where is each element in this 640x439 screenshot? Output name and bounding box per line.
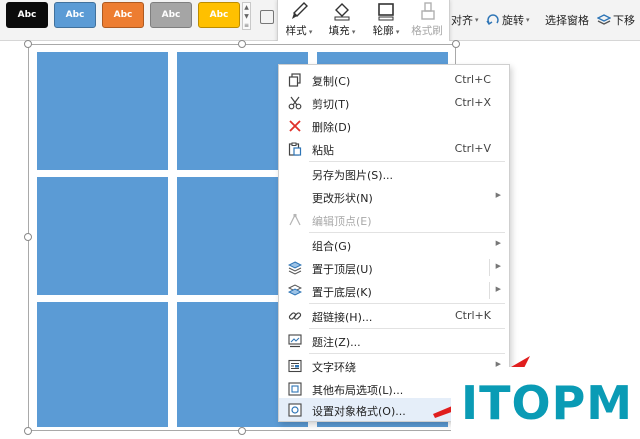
resize-handle-bottom-left[interactable] [24,427,32,435]
menu-item-send-to-back[interactable]: 置于底层(K) ▶ [279,279,509,302]
swatch-label: Abc [161,10,181,20]
outline-label: 轮廓 [372,25,394,37]
move-down-button[interactable]: 下移 [597,12,635,28]
submenu-arrow-icon: ▶ [495,239,501,247]
paint-bucket-icon [334,3,350,21]
layout-options-icon [287,381,303,397]
style-gallery-scroll[interactable]: ▲ ▼ ≡ [242,2,251,30]
brush-icon [292,2,308,19]
menu-item-label: 设置对象格式(O)... [312,405,406,418]
shape-effect-icon[interactable] [260,10,274,24]
menu-item-split [489,282,490,299]
selection-pane-button[interactable]: 选择窗格 [545,12,589,28]
shape-style-swatch-3[interactable]: Abc [102,2,144,28]
swatch-label: Abc [17,10,37,20]
align-label: 对齐 [451,14,473,27]
style-label: 样式 [285,25,307,37]
format-painter-tool[interactable]: 格式刷 [408,0,446,39]
menu-item-label: 置于底层(K) [312,286,372,299]
swatch-label: Abc [113,10,133,20]
menu-item-label: 超链接(H)... [312,311,373,324]
edit-points-icon [287,212,303,228]
resize-handle-top-right[interactable] [452,40,460,48]
menu-item-group[interactable]: 组合(G) ▶ [279,233,509,256]
grid-tile[interactable] [37,177,168,295]
menu-item-label: 其他布局选项(L)... [312,384,404,397]
watermark-logo: ITOPM [451,367,640,439]
menu-item-label: 文字环绕 [312,361,356,374]
grid-tile[interactable] [37,52,168,170]
grid-tile[interactable] [37,302,168,427]
menu-item-shortcut: Ctrl+X [454,96,491,109]
fill-tool[interactable]: 填充 ▾ [322,0,362,39]
menu-item-label: 复制(C) [312,75,351,88]
style-tool[interactable]: 样式 ▾ [282,0,316,39]
align-button[interactable]: 对齐 ▾ [451,12,479,28]
bring-to-front-icon [287,260,303,276]
submenu-arrow-icon: ▶ [495,191,501,199]
watermark-text: ITOPM [461,376,634,430]
menu-item-label: 更改形状(N) [312,192,373,205]
ribbon-toolbar: Abc Abc Abc Abc Abc ▲ ▼ ≡ 样式 ▾ 填充 ▾ 轮廓 ▾… [0,0,640,45]
resize-handle-bottom[interactable] [238,427,246,435]
menu-item-change-shape[interactable]: 更改形状(N) ▶ [279,185,509,208]
submenu-arrow-icon: ▶ [495,262,501,270]
menu-item-label: 组合(G) [312,240,352,253]
shape-style-swatch-1[interactable]: Abc [6,2,48,28]
layers-down-icon [597,14,611,25]
rotate-button[interactable]: 旋转 ▾ [486,12,530,28]
scissors-icon [287,95,303,111]
send-to-back-icon [287,283,303,299]
copy-icon [287,72,303,88]
format-painter-icon [421,2,435,20]
shape-style-swatch-4[interactable]: Abc [150,2,192,28]
paste-icon [287,141,303,157]
shape-style-swatch-2[interactable]: Abc [54,2,96,28]
menu-item-shortcut: Ctrl+V [454,142,491,155]
menu-item-shortcut: Ctrl+K [454,309,491,322]
menu-item-label: 剪切(T) [312,98,350,111]
delete-x-icon [287,118,303,134]
selection-pane-label: 选择窗格 [545,14,589,27]
menu-item-copy[interactable]: 复制(C) Ctrl+C [279,68,509,91]
submenu-arrow-icon: ▶ [495,285,501,293]
swatch-label: Abc [209,10,229,20]
resize-handle-top[interactable] [238,40,246,48]
shape-style-swatch-5[interactable]: Abc [198,2,240,28]
menu-item-label: 删除(D) [312,121,352,134]
format-object-icon [287,402,303,418]
menu-item-shortcut: Ctrl+C [454,73,491,86]
menu-item-edit-points: 编辑顶点(E) [279,208,509,231]
text-wrap-icon [287,358,303,374]
menu-item-hyperlink[interactable]: 超链接(H)... Ctrl+K [279,304,509,327]
menu-item-delete[interactable]: 删除(D) [279,114,509,137]
menu-item-split [489,259,490,276]
menu-item-paste[interactable]: 粘贴 Ctrl+V [279,137,509,160]
menu-item-caption[interactable]: 题注(Z)... [279,329,509,352]
mini-toolbar: 样式 ▾ 填充 ▾ 轮廓 ▾ 格式刷 [277,0,450,45]
menu-item-label: 编辑顶点(E) [312,215,372,228]
menu-item-label: 另存为图片(S)... [312,169,394,182]
menu-item-save-as-picture[interactable]: 另存为图片(S)... [279,162,509,185]
fill-label: 填充 [328,25,350,37]
rotate-icon [486,14,499,25]
resize-handle-top-left[interactable] [24,40,32,48]
caption-icon [287,333,303,349]
swatch-label: Abc [65,10,85,20]
menu-item-label: 题注(Z)... [312,336,361,349]
menu-item-label: 粘贴 [312,144,334,157]
hyperlink-icon [287,308,303,324]
menu-item-bring-to-front[interactable]: 置于顶层(U) ▶ [279,256,509,279]
move-down-label: 下移 [613,14,635,27]
outline-icon [378,3,394,21]
menu-item-label: 置于顶层(U) [312,263,373,276]
resize-handle-left[interactable] [24,233,32,241]
menu-item-cut[interactable]: 剪切(T) Ctrl+X [279,91,509,114]
rotate-label: 旋转 [502,14,524,27]
format-painter-label: 格式刷 [411,25,443,37]
outline-tool[interactable]: 轮廓 ▾ [366,0,406,39]
